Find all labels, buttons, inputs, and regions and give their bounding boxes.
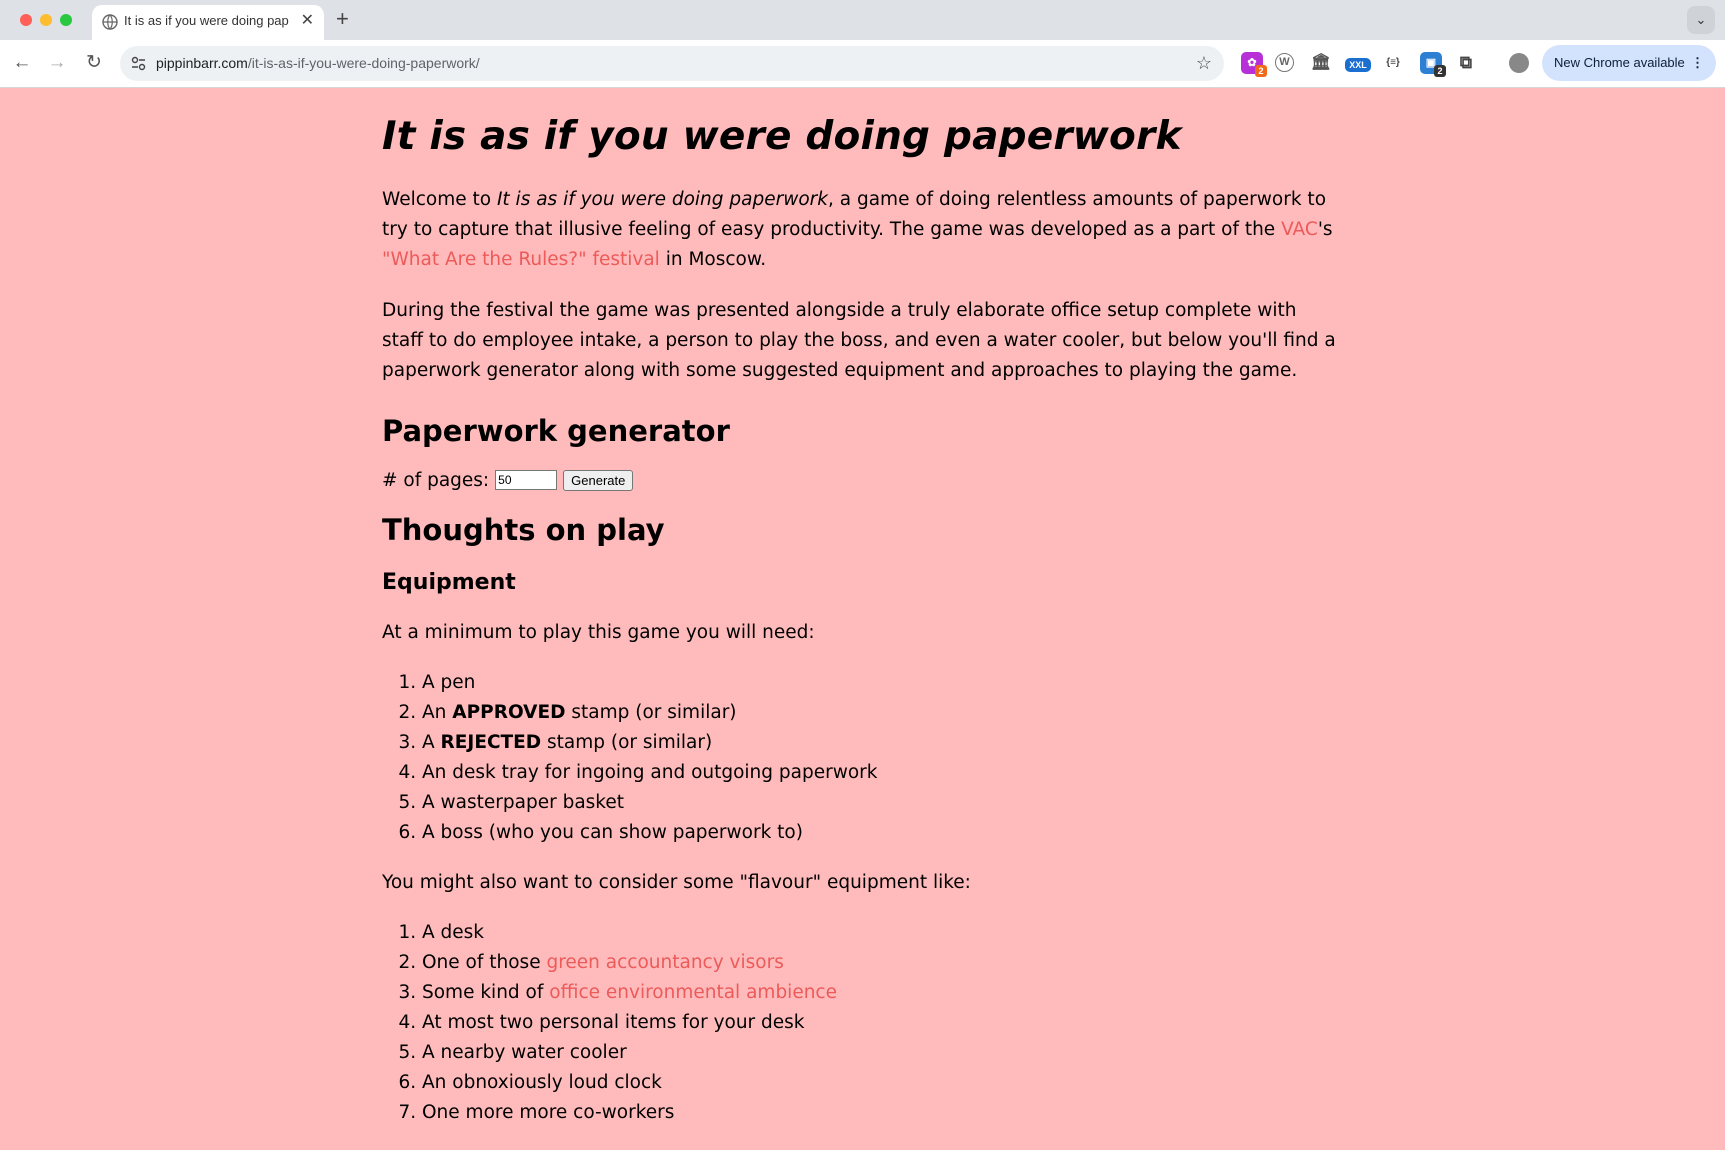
tab-close-icon[interactable]: ✕ xyxy=(301,10,314,30)
item-text: An desk tray for ingoing and outgoing pa… xyxy=(422,761,878,783)
item-text: An obnoxiously loud clock xyxy=(422,1071,662,1093)
list-item: One of those green accountancy visors xyxy=(422,948,1342,978)
extensions-puzzle-icon[interactable]: ⧉ xyxy=(1455,52,1477,74)
forward-arrow-icon[interactable]: → xyxy=(44,50,70,76)
tab-search-chevron-icon[interactable]: ⌄ xyxy=(1687,6,1715,34)
item-text: A nearby water cooler xyxy=(422,1041,627,1063)
globe-icon xyxy=(102,14,118,30)
list-item: An obnoxiously loud clock xyxy=(422,1068,1342,1098)
extension-badge: 2 xyxy=(1434,65,1446,77)
list-item: A desk xyxy=(422,918,1342,948)
item-text: A wasterpaper basket xyxy=(422,791,624,813)
browser-toolbar: ← → ↻ pippinbarr.com/it-is-as-if-you-wer… xyxy=(0,40,1725,88)
close-window-button[interactable] xyxy=(20,14,32,26)
ambience-link[interactable]: office environmental ambience xyxy=(549,982,837,1003)
generate-button[interactable]: Generate xyxy=(563,469,634,491)
intro-welcome: Welcome to xyxy=(382,188,497,210)
thoughts-heading: Thoughts on play xyxy=(382,513,665,548)
maximize-window-button[interactable] xyxy=(60,14,72,26)
item-post: stamp (or similar) xyxy=(541,731,713,753)
new-chrome-available-button[interactable]: New Chrome available ⋮ xyxy=(1542,45,1716,81)
profile-avatar[interactable] xyxy=(1509,53,1529,73)
pages-input[interactable] xyxy=(495,470,558,491)
museum-extension-icon[interactable]: 🏛 xyxy=(1310,52,1332,74)
generator-form: # of pages: Generate xyxy=(382,465,1342,495)
intro-paragraph: Welcome to It is as if you were doing pa… xyxy=(382,185,1342,275)
page-content: It is as if you were doing paperwork Wel… xyxy=(382,87,1342,1128)
generator-heading: Paperwork generator xyxy=(382,413,730,448)
json-extension-icon[interactable]: {≡} xyxy=(1382,52,1404,74)
flower-extension-icon[interactable]: ✿ 2 xyxy=(1241,52,1267,77)
list-item: A nearby water cooler xyxy=(422,1038,1342,1068)
item-pre: One of those xyxy=(422,951,547,973)
item-pre: Some kind of xyxy=(422,981,550,1003)
back-arrow-icon[interactable]: ← xyxy=(9,50,35,76)
minimum-equipment-list: A pen An APPROVED stamp (or similar) A R… xyxy=(382,668,1342,848)
list-item: An desk tray for ingoing and outgoing pa… xyxy=(422,758,1342,788)
vac-link[interactable]: VAC xyxy=(1281,219,1318,240)
extension-badge: 2 xyxy=(1255,65,1267,77)
item-text: One more more co-workers xyxy=(422,1101,675,1123)
update-label: New Chrome available xyxy=(1554,55,1685,70)
item-text: At most two personal items for your desk xyxy=(422,1011,805,1033)
tab-active[interactable]: It is as if you were doing paperwork ✕ xyxy=(92,5,324,40)
address-bar[interactable]: pippinbarr.com/it-is-as-if-you-were-doin… xyxy=(120,46,1224,81)
item-text: A desk xyxy=(422,921,485,943)
minimize-window-button[interactable] xyxy=(40,14,52,26)
equipment-heading: Equipment xyxy=(382,570,516,596)
flavour-equipment-list: A desk One of those green accountancy vi… xyxy=(382,918,1342,1128)
pages-label: # of pages: xyxy=(382,469,490,491)
list-item: Some kind of office environmental ambien… xyxy=(422,978,1342,1008)
festival-paragraph: During the festival the game was present… xyxy=(382,299,1336,381)
xxl-extension-icon[interactable]: XXL xyxy=(1345,58,1371,72)
intro-rest-2: in Moscow. xyxy=(659,248,767,270)
url-text[interactable]: pippinbarr.com/it-is-as-if-you-were-doin… xyxy=(156,55,480,71)
url-path: /it-is-as-if-you-were-doing-paperwork/ xyxy=(247,55,480,71)
item-pre: An xyxy=(422,701,453,723)
url-host: pippinbarr.com xyxy=(156,55,248,71)
intro-game-title: It is as if you were doing paperwork xyxy=(496,188,828,210)
list-item: A boss (who you can show paperwork to) xyxy=(422,818,1342,848)
list-item: An APPROVED stamp (or similar) xyxy=(422,698,1342,728)
item-pre: A xyxy=(422,731,441,753)
list-item: A wasterpaper basket xyxy=(422,788,1342,818)
minimum-intro: At a minimum to play this game you will … xyxy=(382,621,815,643)
reload-icon[interactable]: ↻ xyxy=(81,50,107,76)
list-item: A REJECTED stamp (or similar) xyxy=(422,728,1342,758)
wordpress-extension-icon[interactable]: W xyxy=(1275,53,1294,72)
new-tab-icon[interactable]: + xyxy=(336,6,349,32)
tab-strip: It is as if you were doing paperwork ✕ +… xyxy=(0,0,1725,40)
bookmark-star-icon[interactable]: ☆ xyxy=(1196,53,1212,74)
list-item: At most two personal items for your desk xyxy=(422,1008,1342,1038)
item-text: A pen xyxy=(422,671,476,693)
festival-link[interactable]: "What Are the Rules?" festival xyxy=(382,249,660,270)
item-post: stamp (or similar) xyxy=(565,701,737,723)
puzzle-counter-extension-icon[interactable]: ▣ 2 xyxy=(1420,52,1446,77)
intro-apostrophe: 's xyxy=(1317,218,1333,240)
page-title: It is as if you were doing paperwork xyxy=(382,114,1182,159)
item-bold: REJECTED xyxy=(440,731,542,753)
list-item: One more more co-workers xyxy=(422,1098,1342,1128)
visors-link[interactable]: green accountancy visors xyxy=(546,952,783,973)
item-bold: APPROVED xyxy=(452,701,566,723)
tab-title: It is as if you were doing paperwork xyxy=(124,13,289,28)
list-item: A pen xyxy=(422,668,1342,698)
flavour-intro: You might also want to consider some "fl… xyxy=(382,871,971,893)
site-settings-icon[interactable] xyxy=(130,55,147,72)
more-menu-icon[interactable]: ⋮ xyxy=(1691,45,1704,81)
item-text: A boss (who you can show paperwork to) xyxy=(422,821,803,843)
